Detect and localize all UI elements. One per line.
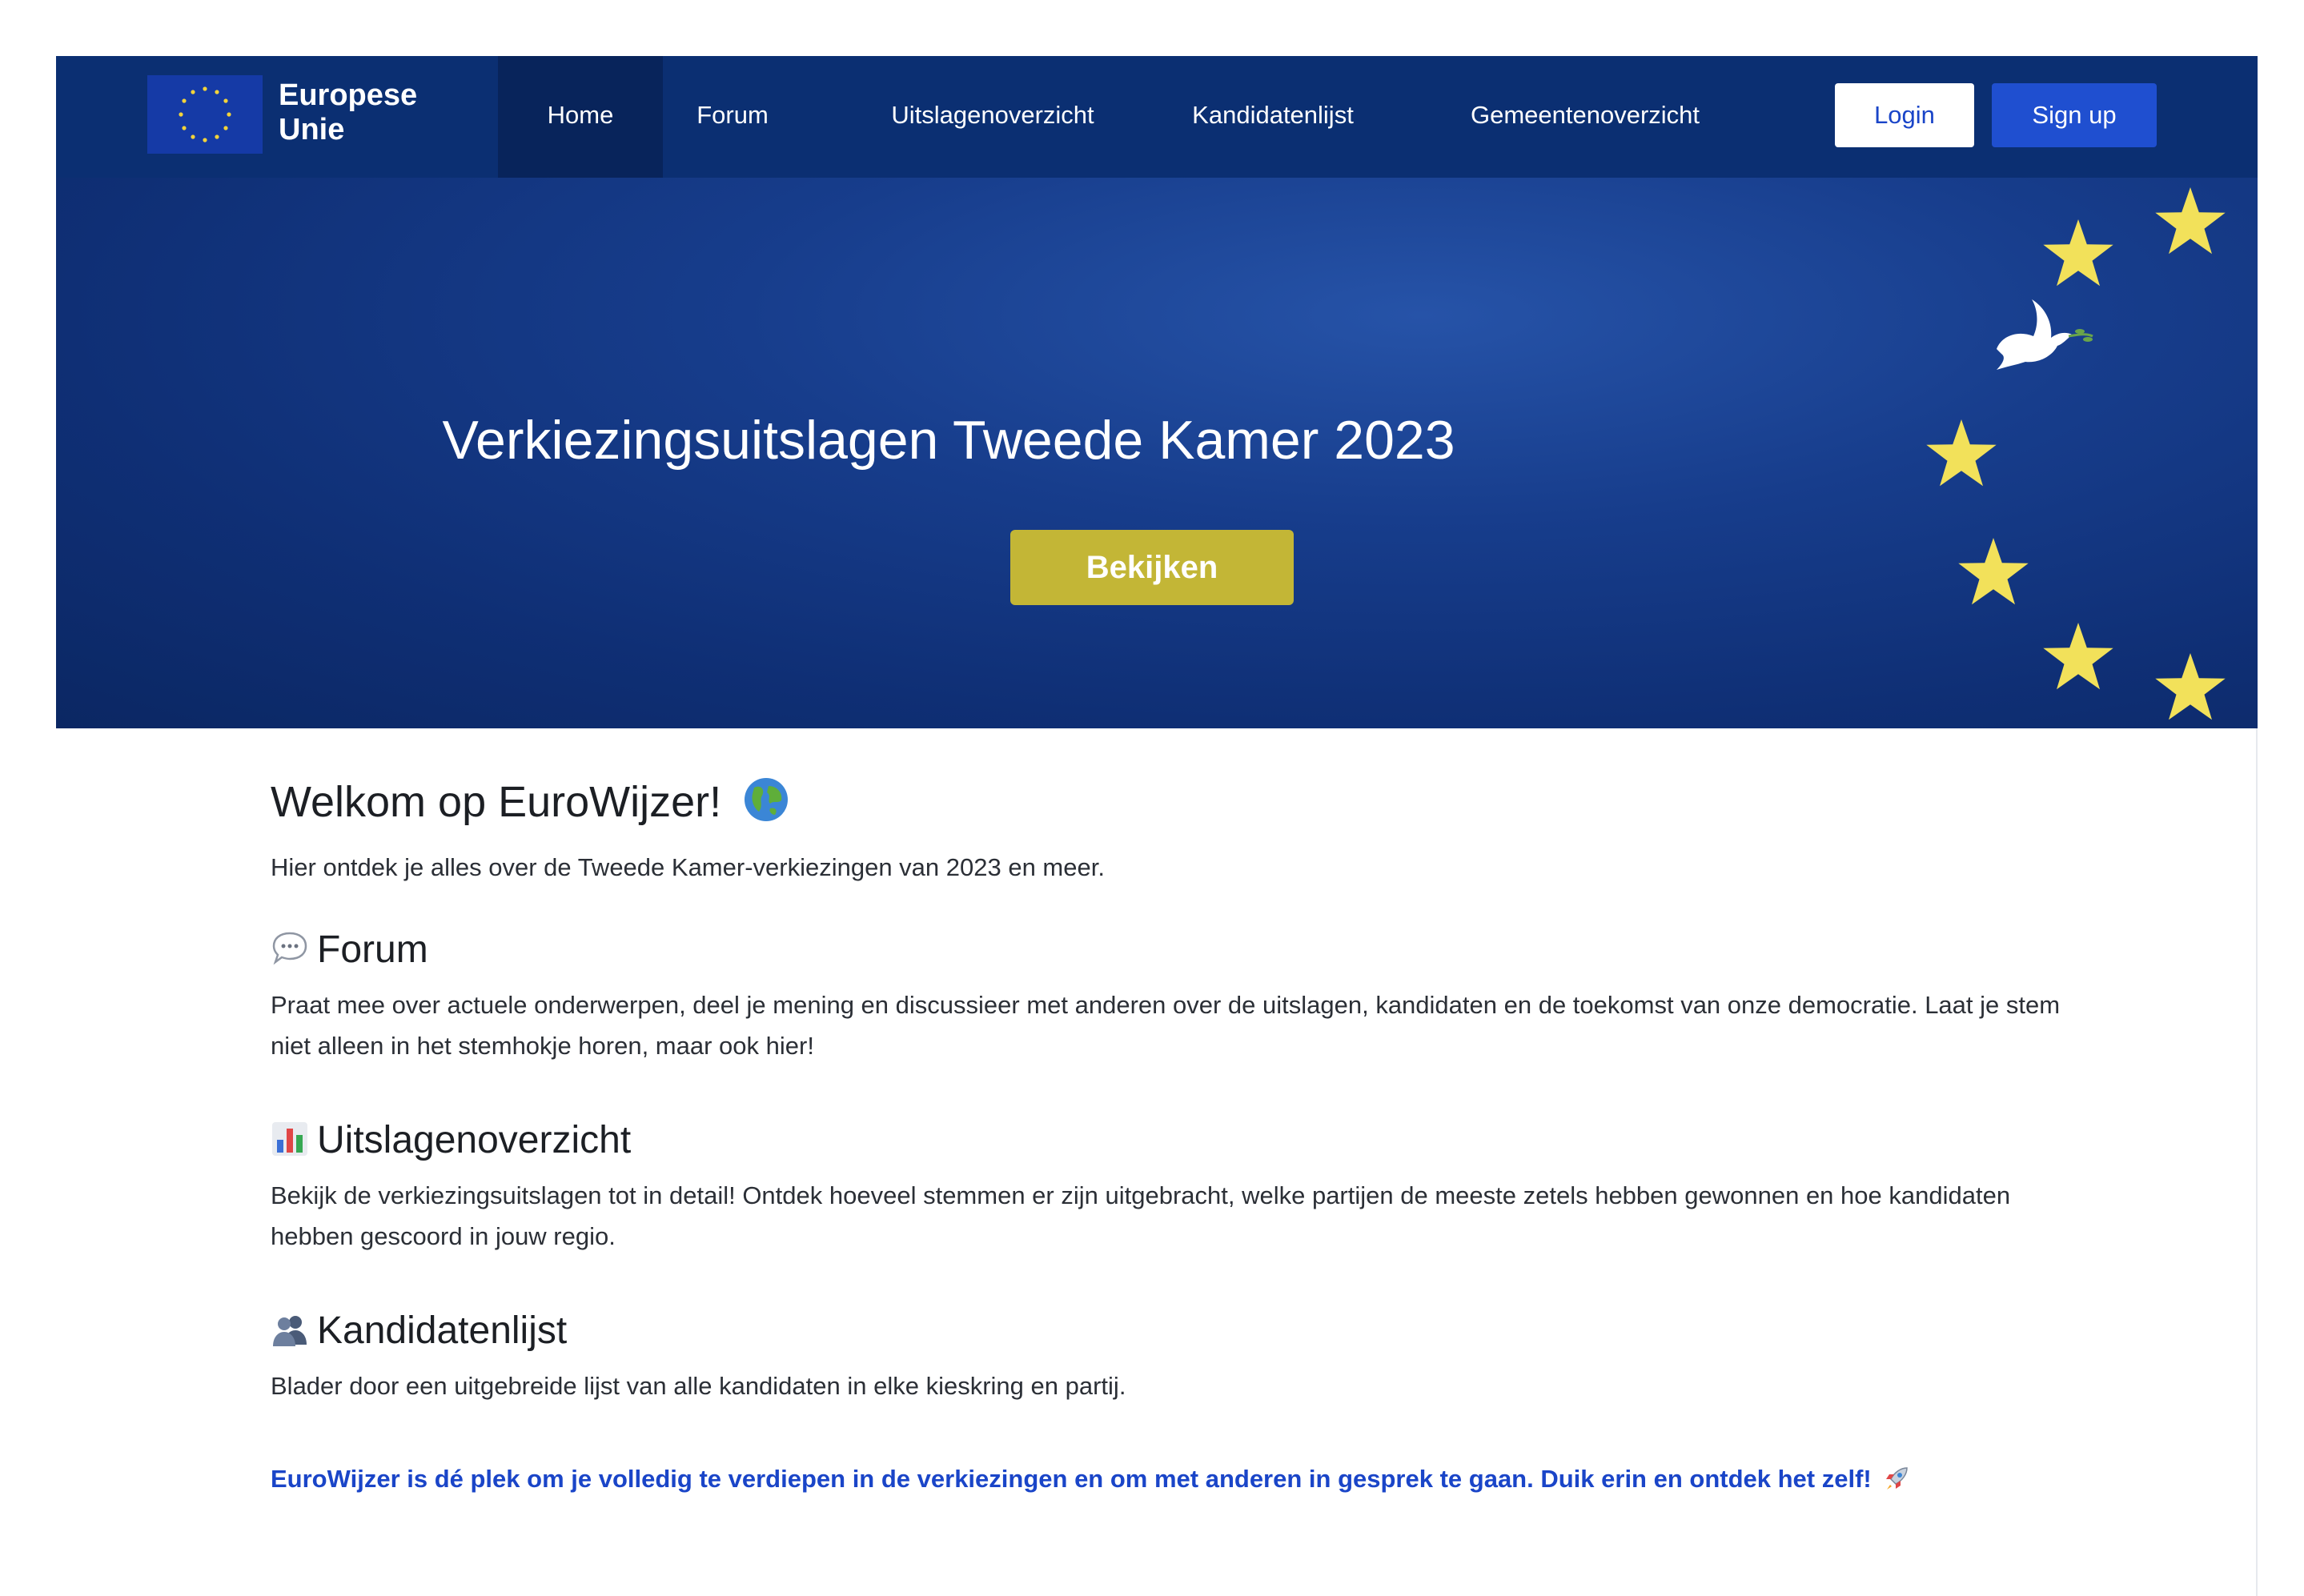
bar-chart-icon [272, 1122, 307, 1156]
view-results-button[interactable]: Bekijken [1010, 530, 1294, 605]
section-text-kandidatenlijst: Blader door een uitgebreide lijst van al… [271, 1372, 1126, 1400]
rocket-icon [1886, 1467, 1909, 1490]
eu-flag-logo[interactable] [147, 75, 263, 154]
section-text-uitslagenoverzicht: Bekijk de verkiezingsuitslagen tot in de… [271, 1181, 2011, 1250]
nav-forum[interactable]: Forum [688, 56, 777, 178]
section-heading-forum: Forum [271, 927, 428, 973]
callout-message: EuroWijzer is dé plek om je volledig te … [271, 1465, 1872, 1493]
welcome-title: Welkom op EuroWijzer! [271, 778, 722, 826]
welcome-text: Hier ontdek je alles over de Tweede Kame… [271, 853, 1105, 881]
nav-uitslagenoverzicht[interactable]: Uitslagenoverzicht [873, 56, 1113, 178]
page-frame: Europese Unie Home Forum Uitslagenoverzi… [56, 56, 2258, 1596]
login-button[interactable]: Login [1835, 83, 1974, 147]
section-text-forum: Praat mee over actuele onderwerpen, deel… [271, 991, 2061, 1060]
callout-text: EuroWijzer is dé plek om je volledig te … [271, 1463, 2112, 1495]
brand-line-2: Unie [279, 113, 345, 146]
welcome-heading: Welkom op EuroWijzer! [271, 776, 797, 828]
eu-stars-icon [179, 86, 231, 142]
nav-gemeentenoverzicht[interactable]: Gemeentenoverzicht [1449, 56, 1721, 178]
section-title-uitslagenoverzicht: Uitslagenoverzicht [317, 1119, 632, 1161]
section-heading-uitslagenoverzicht: Uitslagenoverzicht [271, 1117, 631, 1164]
globe-icon [745, 778, 789, 821]
brand-name[interactable]: Europese Unie [279, 78, 417, 147]
nav-home[interactable]: Home [498, 56, 663, 178]
brand-line-1: Europese [279, 78, 418, 112]
hero-banner: Verkiezingsuitslagen Tweede Kamer 2023 B… [56, 178, 2258, 728]
section-heading-kandidatenlijst: Kandidatenlijst [271, 1308, 567, 1354]
nav-kandidatenlijst[interactable]: Kandidatenlijst [1169, 56, 1377, 178]
dove-icon [1997, 299, 2093, 370]
people-icon [273, 1316, 307, 1346]
hero-title: Verkiezingsuitslagen Tweede Kamer 2023 [56, 408, 2258, 472]
speech-bubble-icon [272, 932, 307, 965]
hero-title-text: Verkiezingsuitslagen Tweede Kamer 2023 [442, 410, 1455, 471]
section-title-kandidatenlijst: Kandidatenlijst [317, 1309, 568, 1352]
section-title-forum: Forum [317, 928, 428, 971]
signup-button[interactable]: Sign up [1992, 83, 2157, 147]
navbar: Europese Unie Home Forum Uitslagenoverzi… [56, 56, 2258, 178]
